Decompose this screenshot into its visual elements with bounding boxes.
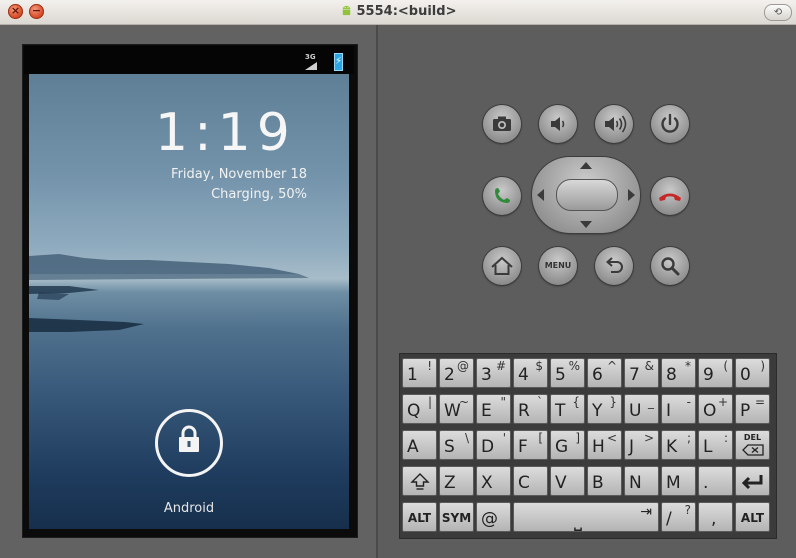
key-r[interactable]: R `	[513, 394, 548, 424]
space-icon: ⎵	[574, 507, 582, 531]
key-7[interactable]: 7 &	[624, 358, 659, 388]
volume-down-icon	[551, 117, 565, 131]
lockscreen-clock: 1:19	[155, 103, 296, 163]
key-6[interactable]: 6 ^	[587, 358, 622, 388]
back-icon	[605, 257, 623, 273]
key-t[interactable]: T{	[550, 394, 585, 424]
search-icon	[661, 257, 680, 276]
window-title-text: 5554:<build>	[356, 4, 457, 19]
search-button[interactable]	[651, 247, 689, 285]
volume-down-button[interactable]	[539, 105, 577, 143]
key-u[interactable]: U _	[624, 394, 659, 424]
key-a[interactable]: A	[402, 430, 437, 460]
key-m[interactable]: M	[661, 466, 696, 496]
alt-key-right[interactable]: ALT	[735, 502, 770, 532]
key-v[interactable]: V	[550, 466, 585, 496]
key-period[interactable]: .	[698, 466, 733, 496]
key-4[interactable]: 4 $	[513, 358, 548, 388]
power-icon	[661, 113, 679, 133]
camera-button[interactable]	[483, 105, 521, 143]
window-restore-button[interactable]: ⟲	[764, 4, 792, 21]
key-h[interactable]: H <	[587, 430, 622, 460]
power-button[interactable]	[651, 105, 689, 143]
key-i[interactable]: I-	[661, 394, 696, 424]
key-8[interactable]: 8 *	[661, 358, 696, 388]
android-icon	[342, 5, 350, 16]
key-slash[interactable]: /?	[661, 502, 696, 532]
key-y[interactable]: Y}	[587, 394, 622, 424]
menu-button[interactable]: MENU	[539, 247, 577, 285]
home-icon	[491, 256, 513, 275]
key-z[interactable]: Z	[439, 466, 474, 496]
lockscreen-date: Friday, November 18	[171, 167, 307, 182]
key-at[interactable]: @	[476, 502, 511, 532]
key-n[interactable]: N	[624, 466, 659, 496]
key-e[interactable]: E "	[476, 394, 511, 424]
key-d[interactable]: D '	[476, 430, 511, 460]
sym-key[interactable]: SYM	[439, 502, 474, 532]
restore-icon: ⟲	[773, 7, 783, 18]
key-w[interactable]: W ~	[439, 394, 474, 424]
key-o[interactable]: O +	[698, 394, 733, 424]
end-call-icon	[659, 193, 681, 201]
dpad-right-icon	[628, 189, 635, 201]
charging-status: Charging, 50%	[211, 187, 307, 202]
key-g[interactable]: G]	[550, 430, 585, 460]
shift-key[interactable]	[402, 466, 437, 496]
backspace-icon	[742, 444, 764, 456]
carrier-label: Android	[163, 501, 215, 516]
key-comma[interactable]: ,	[698, 502, 733, 532]
back-button[interactable]	[595, 247, 633, 285]
key-0[interactable]: 0)	[735, 358, 770, 388]
menu-label: MENU	[544, 261, 572, 270]
call-icon	[495, 188, 510, 203]
key-2[interactable]: 2 @	[439, 358, 474, 388]
space-key[interactable]: ⎵ ⇥	[513, 502, 659, 532]
key-p[interactable]: P =	[735, 394, 770, 424]
home-button[interactable]	[483, 247, 521, 285]
dpad-center-button[interactable]	[556, 179, 618, 211]
delete-key[interactable]: DEL	[735, 430, 770, 460]
enter-key[interactable]	[735, 466, 770, 496]
key-c[interactable]: C	[513, 466, 548, 496]
key-3[interactable]: 3 #	[476, 358, 511, 388]
camera-icon	[493, 116, 511, 131]
call-button[interactable]	[483, 177, 521, 215]
alt-key-left[interactable]: ALT	[402, 502, 437, 532]
volume-up-button[interactable]	[595, 105, 633, 143]
enter-icon	[741, 475, 763, 490]
key-k[interactable]: K;	[661, 430, 696, 460]
key-b[interactable]: B	[587, 466, 622, 496]
network-type: 3G	[305, 53, 316, 61]
key-s[interactable]: S \	[439, 430, 474, 460]
window-title: 5554:<build>	[0, 0, 796, 24]
key-q[interactable]: Q |	[402, 394, 437, 424]
volume-up-icon	[605, 115, 627, 133]
key-9[interactable]: 9(	[698, 358, 733, 388]
dpad-up-icon	[580, 162, 592, 169]
key-l[interactable]: L:	[698, 430, 733, 460]
key-f[interactable]: F[	[513, 430, 548, 460]
key-5[interactable]: 5%	[550, 358, 585, 388]
dpad-left-icon	[537, 189, 544, 201]
dpad-down-icon	[580, 221, 592, 228]
lock-icon	[179, 425, 199, 452]
key-j[interactable]: J >	[624, 430, 659, 460]
battery-charging-icon: ⚡	[334, 53, 343, 71]
key-x[interactable]: X	[476, 466, 511, 496]
tab-icon: ⇥	[640, 504, 652, 520]
signal-icon	[305, 62, 317, 70]
key-1[interactable]: 1!	[402, 358, 437, 388]
delete-label: DEL	[743, 433, 762, 442]
end-call-button[interactable]	[651, 177, 689, 215]
shift-icon	[410, 473, 430, 490]
